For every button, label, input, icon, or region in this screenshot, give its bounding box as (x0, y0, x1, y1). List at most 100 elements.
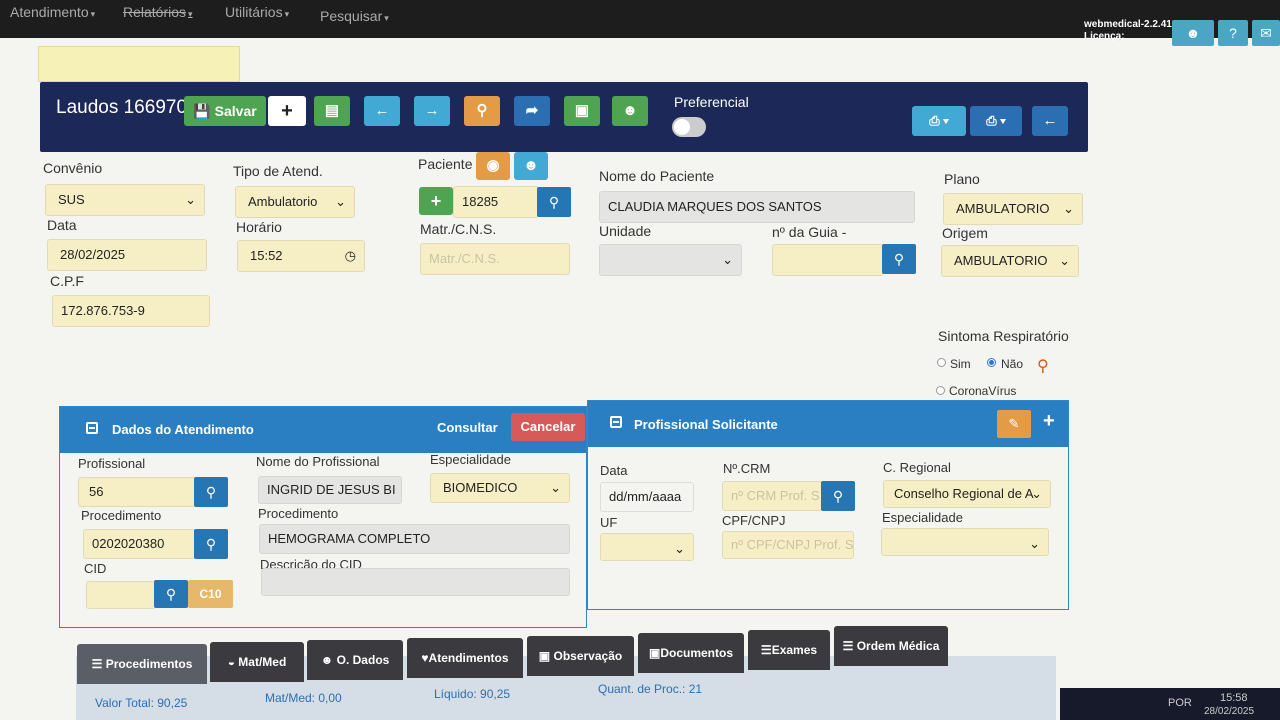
uf-select[interactable]: ⌄ (600, 533, 694, 561)
convenio-select[interactable]: SUS ⌄ (45, 184, 205, 216)
solicitante-cpf-input[interactable]: nº CPF/CNPJ Prof. Sc (722, 531, 854, 559)
chevron-down-icon: ⌄ (335, 194, 346, 209)
save-button[interactable]: 💾 Salvar (184, 96, 266, 126)
crm-input[interactable]: nº CRM Prof. S (722, 481, 822, 511)
chevron-down-icon: ⌄ (1031, 486, 1042, 501)
cpf-value: 172.876.753-9 (61, 303, 145, 318)
tab-exames[interactable]: ☰Exames (748, 630, 830, 670)
menu-label: Relatórios (123, 4, 187, 20)
caret-down-icon: ▾ (1000, 113, 1006, 128)
menu-atendimento[interactable]: Atendimento ▾ (10, 4, 95, 20)
heart-icon: ♥ (421, 651, 429, 665)
profissional-input[interactable]: 56 (78, 477, 196, 507)
tab-label: O. Dados (336, 653, 390, 667)
printer-icon: ⎙ (986, 113, 997, 128)
virus-search-icon: ⚲ (1037, 358, 1049, 375)
cancelar-button[interactable]: Cancelar (511, 413, 585, 441)
guia-search-button[interactable]: ⚲ (882, 244, 916, 274)
add-button[interactable]: + (268, 96, 306, 126)
valor-total: Valor Total: 90,25 (95, 696, 188, 710)
video-button[interactable]: ▣ (564, 96, 600, 126)
solicitante-data-input[interactable]: dd/mm/aaaa (600, 482, 694, 512)
tab-label: Observação (553, 649, 623, 663)
menu-pesquisar[interactable]: Pesquisar ▾ (320, 8, 389, 24)
menu-relatorios[interactable]: Relatórios ▾ (123, 4, 193, 20)
print-button[interactable]: ⎙ ▾ (912, 106, 966, 136)
crm-search-button[interactable]: ⚲ (821, 481, 855, 511)
print-options-button[interactable]: ⎙ ▾ (970, 106, 1022, 136)
search-icon: ⚲ (548, 194, 560, 210)
patient-button[interactable]: ☻ (612, 96, 648, 126)
view-patient-button[interactable]: ◉ (476, 152, 510, 180)
search-button[interactable]: ⚲ (464, 96, 500, 126)
uf-label: UF (600, 515, 618, 530)
tab-atendimentos[interactable]: ♥Atendimentos (407, 638, 523, 678)
procedimento-nome-field[interactable]: HEMOGRAMA COMPLETO (259, 524, 570, 554)
panel-header: Dados do Atendimento Consultar Cancelar (60, 407, 586, 453)
solicitante-cpf-placeholder: nº CPF/CNPJ Prof. Sc (731, 537, 854, 552)
descricao-cid-field[interactable] (261, 568, 570, 596)
patient-profile-button[interactable]: ☻ (514, 152, 548, 180)
tipo-label: Tipo de Atend. (233, 163, 323, 179)
profissional-search-button[interactable]: ⚲ (194, 477, 228, 507)
preferencial-toggle[interactable] (672, 117, 706, 137)
regional-select[interactable]: Conselho Regional de A ⌄ (883, 480, 1051, 508)
previous-button[interactable]: ← (364, 96, 400, 126)
matr-input[interactable]: Matr./C.N.S. (420, 243, 570, 275)
cid-search-button[interactable]: ⚲ (154, 580, 188, 608)
procedimento-input[interactable]: 0202020380 (83, 529, 195, 559)
procedimento-search-button[interactable]: ⚲ (194, 529, 228, 559)
search-icon: ⚲ (832, 488, 844, 504)
tipo-select[interactable]: Ambulatorio ⌄ (235, 186, 355, 218)
cid-code-button[interactable]: C10 (188, 580, 233, 608)
menu-utilitarios[interactable]: Utilitários ▾ (225, 4, 289, 20)
barcode-button[interactable]: ▤ (314, 96, 350, 126)
tab-observacao[interactable]: ▣ Observação (527, 636, 634, 676)
origem-select[interactable]: AMBULATORIO ⌄ (941, 245, 1079, 277)
especialidade-select[interactable]: BIOMEDICO ⌄ (430, 473, 570, 503)
paciente-input[interactable]: 18285 (453, 186, 539, 218)
list-icon: ☰ (842, 639, 854, 653)
back-button[interactable]: ← (1032, 106, 1068, 136)
tab-documentos[interactable]: ▣Documentos (638, 633, 744, 673)
sim-radio[interactable] (937, 358, 946, 367)
data-input[interactable]: 28/02/2025 (47, 239, 207, 271)
consultar-button[interactable]: Consultar (437, 420, 498, 435)
tipo-value: Ambulatorio (248, 194, 318, 209)
unidade-select[interactable]: ⌄ (599, 244, 742, 276)
nome-paciente-field[interactable]: CLAUDIA MARQUES DOS SANTOS (599, 191, 915, 223)
solicitante-cpf-label: CPF/CNPJ (722, 513, 786, 528)
next-button[interactable]: → (414, 96, 450, 126)
horario-input[interactable]: 15:52 ◷ (237, 240, 365, 272)
help-button[interactable]: ? (1218, 20, 1248, 46)
collapse-icon[interactable] (86, 422, 98, 434)
add-solicitante-button[interactable]: + (1043, 410, 1055, 433)
folder-open-icon: ▣ (648, 646, 661, 660)
tab-label: Documentos (660, 646, 734, 660)
procedimento-value: 0202020380 (92, 536, 165, 551)
solicitante-especialidade-select[interactable]: ⌄ (881, 528, 1049, 556)
cid-input[interactable] (86, 581, 156, 609)
nao-radio[interactable] (987, 358, 996, 367)
tab-procedimentos[interactable]: ☰ Procedimentos (77, 644, 207, 684)
clock-date: 28/02/2025 (1204, 706, 1255, 717)
add-patient-button[interactable]: + (419, 187, 453, 215)
tab-ordem-medica[interactable]: ☰ Ordem Médica (834, 626, 948, 666)
mail-button[interactable]: ✉ (1252, 20, 1280, 46)
tab-o-dados[interactable]: ☻ O. Dados (307, 640, 403, 680)
cpf-input[interactable]: 172.876.753-9 (52, 295, 210, 327)
share-button[interactable]: ➦ (514, 96, 550, 126)
nome-profissional-field[interactable]: INGRID DE JESUS BI (258, 476, 402, 504)
paciente-label: Paciente (418, 156, 473, 172)
user-button[interactable]: ☻ (1172, 20, 1214, 46)
plano-select[interactable]: AMBULATORIO ⌄ (943, 193, 1083, 225)
pin-button[interactable]: ✎ (997, 410, 1031, 438)
matr-label: Matr./C.N.S. (420, 221, 497, 237)
guia-input[interactable] (772, 244, 884, 276)
user-icon: ☻ (1185, 25, 1201, 41)
coronavirus-radio[interactable] (936, 386, 945, 395)
tab-matmed[interactable]: ◒ Mat/Med (210, 642, 304, 682)
tab-label: Mat/Med (238, 655, 287, 669)
patient-search-button[interactable]: ⚲ (537, 187, 571, 217)
collapse-icon[interactable] (610, 416, 622, 428)
